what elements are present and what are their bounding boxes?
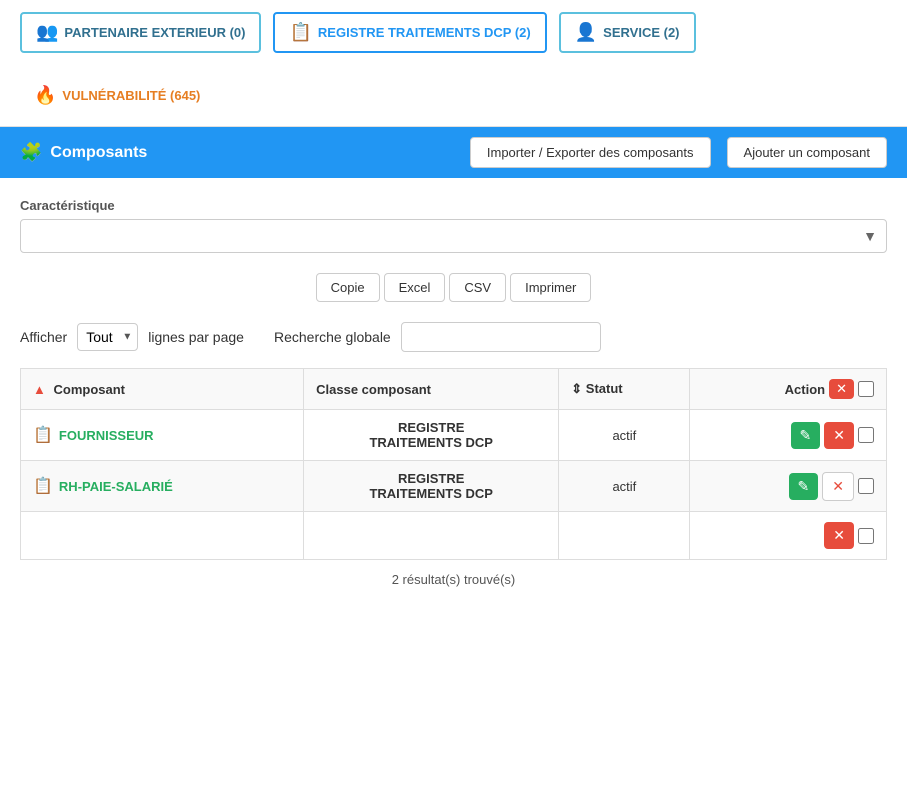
composant-fournisseur-link[interactable]: 📋 FOURNISSEUR xyxy=(33,425,291,445)
th-composant-label: Composant xyxy=(54,382,126,397)
td-classe-1: REGISTRETRAITEMENTS DCP xyxy=(304,410,559,461)
export-buttons-group: Copie Excel CSV Imprimer xyxy=(20,273,887,302)
rh-paie-label: RH-PAIE-SALARIÉ xyxy=(59,479,173,494)
th-statut-label: Statut xyxy=(586,381,623,396)
service-icon: 👤 xyxy=(575,22,597,43)
th-action-label: Action xyxy=(785,382,825,397)
recherche-globale-input[interactable] xyxy=(401,322,601,352)
td-composant-2: 📋 RH-PAIE-SALARIÉ xyxy=(21,461,304,512)
td-empty-1 xyxy=(21,512,304,560)
statut-2-label: actif xyxy=(612,479,636,494)
excel-button[interactable]: Excel xyxy=(384,273,446,302)
edit-fournisseur-button[interactable]: ✎ xyxy=(791,422,821,449)
section-header: 🧩 Composants Importer / Exporter des com… xyxy=(0,127,907,178)
result-count-text: 2 résultat(s) trouvé(s) xyxy=(392,572,516,587)
td-composant-1: 📋 FOURNISSEUR xyxy=(21,410,304,461)
section-title-text: Composants xyxy=(50,144,147,162)
afficher-select-wrapper: Tout 10 25 50 xyxy=(77,323,138,351)
td-empty-action: ✕ xyxy=(690,512,887,560)
th-classe-label: Classe composant xyxy=(316,382,431,397)
nav-vulnerabilite[interactable]: 🔥 VULNÉRABILITÉ (645) xyxy=(20,77,214,114)
td-empty-2 xyxy=(304,512,559,560)
td-action-1: ✎ ✕ xyxy=(690,410,887,461)
action-cell-1: ✎ ✕ xyxy=(702,422,874,449)
table-row-empty: ✕ xyxy=(21,512,887,560)
classe-2-label: REGISTRETRAITEMENTS DCP xyxy=(369,471,493,501)
caracteristique-select-wrapper: ▼ xyxy=(20,219,887,253)
service-label: SERVICE (2) xyxy=(603,25,679,40)
sort-statut-icon: ⇕ xyxy=(571,381,586,396)
th-composant[interactable]: ▲ Composant xyxy=(21,369,304,410)
copie-button[interactable]: Copie xyxy=(316,273,380,302)
table-row: 📋 RH-PAIE-SALARIÉ REGISTRETRAITEMENTS DC… xyxy=(21,461,887,512)
action-cell-2: ✎ ✕ xyxy=(702,472,874,501)
section-title: 🧩 Composants xyxy=(20,142,454,163)
action-delete-all-button[interactable]: ✕ xyxy=(829,379,854,399)
delete-empty-button[interactable]: ✕ xyxy=(824,522,854,549)
csv-button[interactable]: CSV xyxy=(449,273,506,302)
td-action-2: ✎ ✕ xyxy=(690,461,887,512)
statut-1-label: actif xyxy=(612,428,636,443)
result-count: 2 résultat(s) trouvé(s) xyxy=(20,572,887,587)
caracteristique-label: Caractéristique xyxy=(20,198,887,213)
sort-composant-icon: ▲ xyxy=(33,382,46,397)
select-empty-checkbox[interactable] xyxy=(858,528,874,544)
delete-fournisseur-button[interactable]: ✕ xyxy=(824,422,854,449)
td-statut-2: actif xyxy=(559,461,690,512)
nav-service[interactable]: 👤 SERVICE (2) xyxy=(559,12,696,53)
imprimer-button[interactable]: Imprimer xyxy=(510,273,591,302)
td-statut-1: actif xyxy=(559,410,690,461)
partenaire-label: PARTENAIRE EXTERIEUR (0) xyxy=(64,25,245,40)
registre-label: REGISTRE TRAITEMENTS DCP (2) xyxy=(318,25,531,40)
nav-partenaire-exterieur[interactable]: 👥 PARTENAIRE EXTERIEUR (0) xyxy=(20,12,261,53)
caracteristique-select[interactable] xyxy=(20,219,887,253)
th-classe: Classe composant xyxy=(304,369,559,410)
top-navigation: 👥 PARTENAIRE EXTERIEUR (0) 📋 REGISTRE TR… xyxy=(0,0,907,127)
main-content: Caractéristique ▼ Copie Excel CSV Imprim… xyxy=(0,178,907,607)
delete-rh-paie-button[interactable]: ✕ xyxy=(822,472,854,501)
nav-registre-traitements[interactable]: 📋 REGISTRE TRAITEMENTS DCP (2) xyxy=(273,12,546,53)
select-rh-paie-checkbox[interactable] xyxy=(858,478,874,494)
filter-row: Afficher Tout 10 25 50 lignes par page R… xyxy=(20,322,887,352)
edit-rh-paie-button[interactable]: ✎ xyxy=(789,473,819,500)
registre-icon: 📋 xyxy=(289,22,311,43)
composants-table: ▲ Composant Classe composant ⇕ Statut Ac… xyxy=(20,368,887,560)
table-header-row: ▲ Composant Classe composant ⇕ Statut Ac… xyxy=(21,369,887,410)
afficher-label: Afficher xyxy=(20,329,67,345)
vuln-icon: 🔥 xyxy=(34,85,56,106)
td-empty-3 xyxy=(559,512,690,560)
vuln-label: VULNÉRABILITÉ (645) xyxy=(62,88,200,103)
import-export-button[interactable]: Importer / Exporter des composants xyxy=(470,137,711,168)
add-composant-button[interactable]: Ajouter un composant xyxy=(727,137,887,168)
select-all-checkbox[interactable] xyxy=(858,381,874,397)
th-statut[interactable]: ⇕ Statut xyxy=(559,369,690,410)
caracteristique-field: Caractéristique ▼ xyxy=(20,198,887,253)
rh-paie-icon: 📋 xyxy=(33,476,53,496)
composant-rh-paie-link[interactable]: 📋 RH-PAIE-SALARIÉ xyxy=(33,476,291,496)
fournisseur-label: FOURNISSEUR xyxy=(59,428,154,443)
recherche-globale-label: Recherche globale xyxy=(274,329,391,345)
lignes-par-page-label: lignes par page xyxy=(148,329,244,345)
afficher-select[interactable]: Tout 10 25 50 xyxy=(77,323,138,351)
select-fournisseur-checkbox[interactable] xyxy=(858,427,874,443)
action-cell-empty: ✕ xyxy=(702,522,874,549)
partenaire-icon: 👥 xyxy=(36,22,58,43)
action-header-group: Action ✕ xyxy=(702,379,874,399)
th-action: Action ✕ xyxy=(690,369,887,410)
table-row: 📋 FOURNISSEUR REGISTRETRAITEMENTS DCP ac… xyxy=(21,410,887,461)
td-classe-2: REGISTRETRAITEMENTS DCP xyxy=(304,461,559,512)
composants-icon: 🧩 xyxy=(20,142,42,163)
fournisseur-icon: 📋 xyxy=(33,425,53,445)
classe-1-label: REGISTRETRAITEMENTS DCP xyxy=(369,420,493,450)
